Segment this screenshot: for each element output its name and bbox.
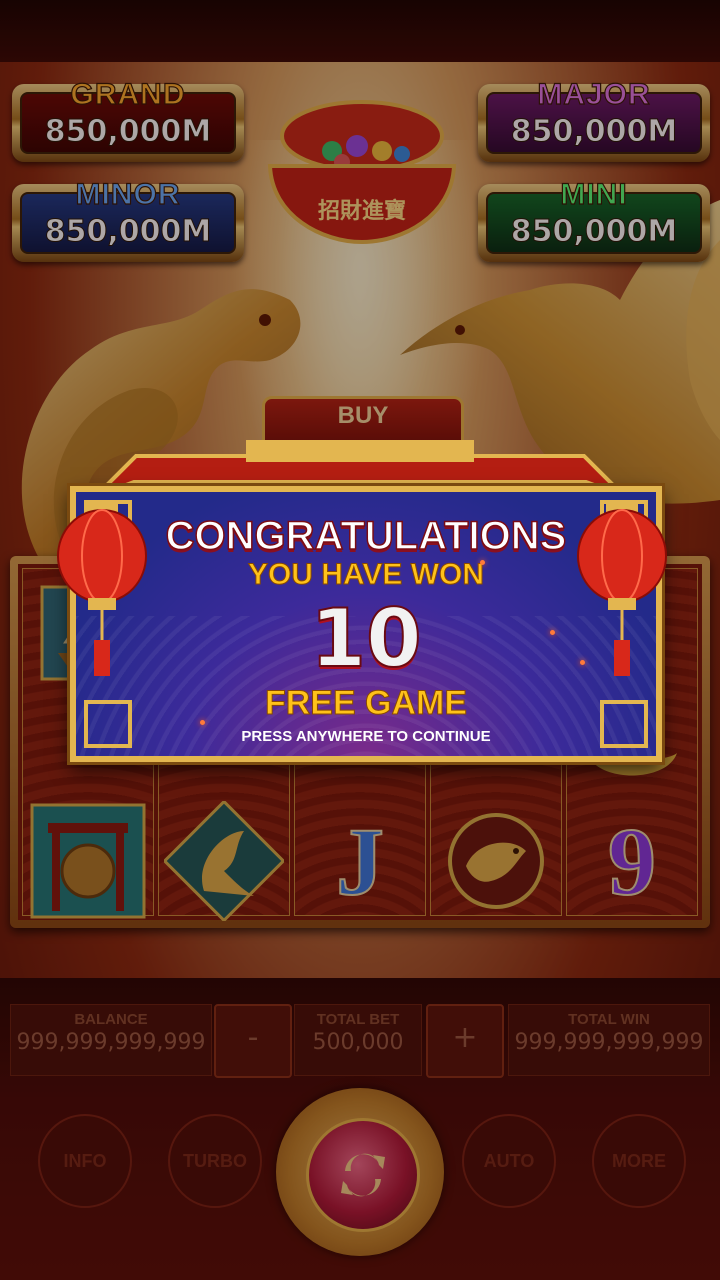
game-scene: GRAND 850,000M MAJOR 850,000M MINOR 850,…: [0, 0, 720, 1280]
left-lantern-icon: [57, 500, 147, 676]
right-lantern-icon: [577, 500, 667, 676]
free-game-count: 10: [309, 591, 422, 686]
congratulations-title: CONGRATULATIONS: [165, 513, 567, 559]
free-game-win-popup[interactable]: CONGRATULATIONS YOU HAVE WON 10 FREE GAM…: [70, 486, 662, 762]
you-have-won-text: YOU HAVE WON: [247, 558, 485, 592]
free-game-text: FREE GAME: [264, 684, 468, 723]
continue-hint: PRESS ANYWHERE TO CONTINUE: [241, 728, 491, 745]
